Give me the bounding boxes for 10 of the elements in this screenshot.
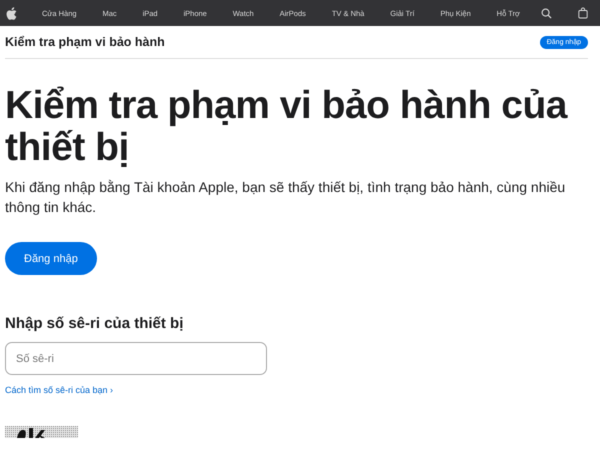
search-icon[interactable] bbox=[541, 8, 552, 18]
heading: Kiểm tra phạm vi bảo hành của thiết bị bbox=[5, 85, 569, 169]
page-title: Kiểm tra phạm vi bảo hành bbox=[5, 35, 165, 49]
serial-number-field[interactable]: Số sê-ri bbox=[5, 342, 267, 375]
intro-text: Khi đăng nhập bằng Tài khoản Apple, bạn sẽ thấy thiết bị, tình trạng bảo hành, cùng nhiều thông tin khác. bbox=[5, 178, 566, 217]
apple-logo-icon[interactable] bbox=[6, 6, 17, 20]
help-link[interactable]: Cách tìm số sê-ri của bạn › bbox=[5, 385, 114, 395]
section-heading: Nhập số sê-ri của thiết bị bbox=[5, 315, 184, 332]
shopping-bag-icon[interactable] bbox=[578, 7, 588, 19]
sign-in-button[interactable]: Đăng nhập bbox=[5, 242, 97, 275]
